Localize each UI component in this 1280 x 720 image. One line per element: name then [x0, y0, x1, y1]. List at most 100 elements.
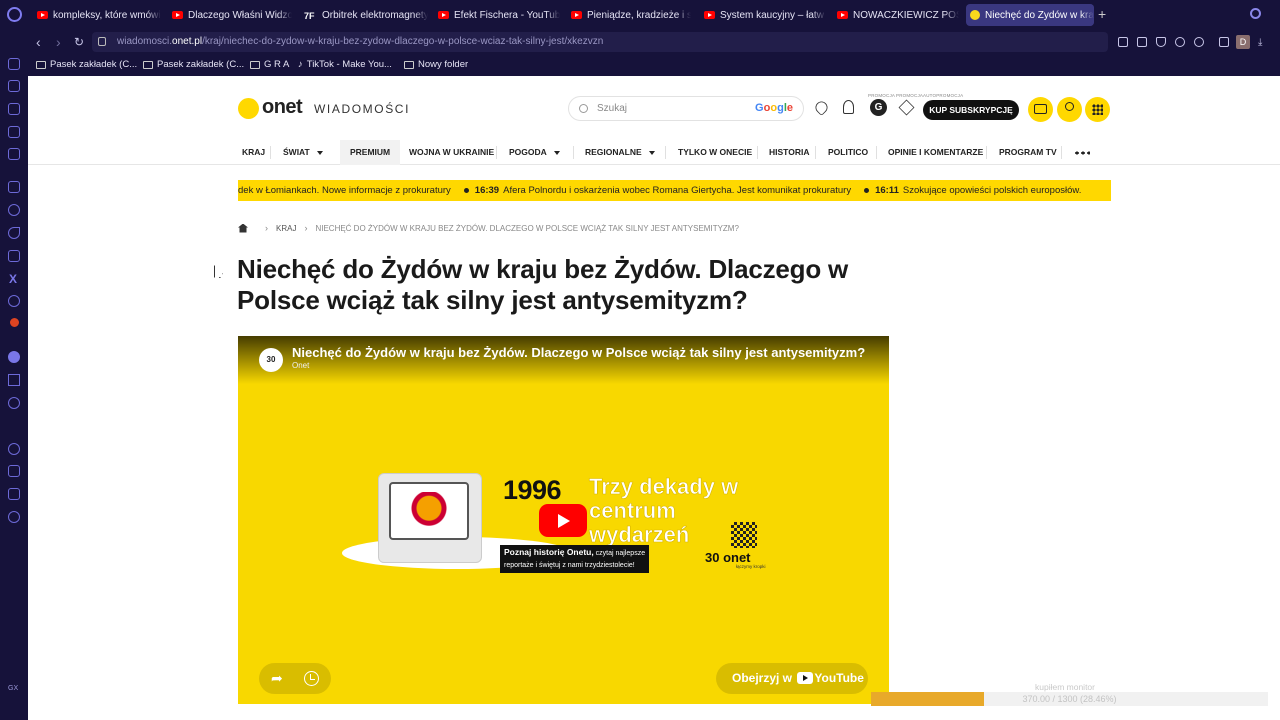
new-tab-button[interactable]: + [1098, 6, 1106, 22]
nav-item-opinie[interactable]: OPINIE I KOMENTARZE [888, 140, 983, 165]
bookmark-folder[interactable]: Pasek zakładek (C... [143, 59, 244, 70]
more-menu-icon[interactable] [1074, 151, 1090, 155]
tab-label: kompleksy, które wmówiły [53, 9, 161, 21]
ticker-item[interactable]: dek w Łomiankach. Nowe informacje z prok… [238, 180, 451, 201]
settings-gear-icon[interactable] [8, 511, 20, 523]
discord-icon[interactable] [8, 295, 20, 307]
youtube-icon [438, 11, 449, 19]
watch-on-youtube-button[interactable]: Obejrzyj w YouTube [716, 663, 868, 694]
pin-icon[interactable] [1118, 37, 1128, 47]
nav-item-tylko-w-onecie[interactable]: TYLKO W ONECIE [678, 140, 752, 165]
browser-tab[interactable]: Dlaczego Właśni Widzowie [168, 4, 292, 26]
ticker-item[interactable]: Afera Polnordu i oskarżenia wobec Romana… [503, 180, 851, 201]
sidebar-m-icon[interactable] [8, 148, 20, 160]
spotify-icon[interactable] [8, 351, 20, 363]
red-app-icon[interactable] [10, 318, 19, 327]
messenger-icon[interactable] [8, 204, 20, 216]
x-twitter-icon[interactable]: X [9, 272, 17, 286]
favorites-heart-icon[interactable] [813, 99, 830, 116]
news-ticker[interactable]: dek w Łomiankach. Nowe informacje z prok… [238, 180, 1111, 201]
subscribe-button[interactable]: KUP SUBSKRYPCJĘ [923, 100, 1019, 120]
browser-tab[interactable]: Pieniądze, kradzieże i sław [567, 4, 691, 26]
heart-icon[interactable] [1194, 37, 1204, 47]
nav-item-historia[interactable]: HISTORIA [769, 140, 809, 165]
snapshot-icon[interactable] [1137, 37, 1147, 47]
sidebar-note-icon[interactable] [8, 126, 20, 138]
nav-item-pogoda[interactable]: POGODA [509, 140, 560, 165]
play-button[interactable] [539, 504, 587, 537]
folder-icon [404, 60, 414, 69]
extensions-icon[interactable] [1219, 37, 1229, 47]
fire-icon [704, 11, 715, 19]
channel-avatar[interactable]: 30 [259, 348, 283, 372]
sidebar-panel-icon[interactable] [8, 58, 20, 70]
promo-caption: Poznaj historię Onetu, czytaj najlepsze … [500, 545, 650, 573]
search-placeholder: Szukaj [597, 103, 628, 114]
browser-tab-active[interactable]: Niechęć do Żydów w kraju [966, 4, 1094, 26]
opera-logo-icon[interactable] [7, 7, 22, 22]
tab-label: NOWACZKIEWICZ POŚWI [853, 9, 959, 21]
browser-tab[interactable]: Efekt Fischera - YouTube [434, 4, 560, 26]
ticker-bullet [864, 187, 870, 193]
shield-icon[interactable] [1156, 37, 1166, 47]
youtube-logo-icon [797, 671, 814, 684]
mail-button[interactable] [1028, 97, 1053, 122]
sidebar-heart-icon[interactable] [8, 397, 20, 409]
goal-label: kupiłem monitor [1035, 682, 1095, 692]
browser-tab[interactable]: NOWACZKIEWICZ POŚWI [833, 4, 959, 26]
browser-tab[interactable]: kompleksy, które wmówiły [33, 4, 161, 26]
back-button[interactable]: ‹ [36, 34, 41, 50]
premium-badge-icon[interactable] [843, 100, 854, 114]
sidebar-extensions-icon[interactable] [8, 488, 20, 500]
browser-tab[interactable]: System kaucyjny – łatw [700, 4, 826, 26]
account-button[interactable] [1057, 97, 1082, 122]
bookmark-folder[interactable]: Pasek zakładek (C... [36, 59, 137, 70]
telegram-icon[interactable] [8, 227, 20, 239]
nav-item-premium[interactable]: PREMIUM [340, 140, 401, 165]
home-icon[interactable] [238, 223, 248, 233]
bookmark-tiktok[interactable]: ♪ TikTok - Make You... [298, 59, 392, 70]
forward-button[interactable]: › [56, 34, 61, 50]
retro-monitor-image [378, 473, 482, 563]
sidebar-download-icon[interactable] [8, 465, 20, 477]
g-badge-icon[interactable]: G [870, 99, 887, 116]
gx-label: GX [8, 685, 19, 692]
reload-button[interactable]: ↻ [74, 34, 84, 50]
nav-item-wojna[interactable]: WOJNA W UKRAINIE [409, 140, 494, 165]
twitch-icon[interactable] [8, 181, 20, 193]
nav-item-politico[interactable]: POLITICO [828, 140, 868, 165]
download-icon[interactable]: ⤓ [1258, 37, 1268, 48]
tab-search-icon[interactable] [1250, 8, 1261, 19]
search-input[interactable]: Szukaj Google [568, 96, 804, 121]
nav-item-program-tv[interactable]: PROGRAM TV [999, 140, 1057, 165]
sidebar-bag-icon[interactable] [8, 103, 20, 115]
instagram-icon[interactable] [8, 250, 20, 262]
sidebar-music-icon[interactable] [8, 80, 20, 92]
diamond-promo-icon[interactable] [898, 99, 915, 116]
play-icon[interactable] [1175, 37, 1185, 47]
sidebar-play-icon[interactable] [8, 374, 20, 386]
onet-logo-icon[interactable] [238, 98, 259, 119]
history-icon[interactable] [8, 443, 20, 455]
browser-tab[interactable]: 7F Orbitrek elektromagnetyczny [300, 4, 428, 26]
video-channel[interactable]: Onet [292, 361, 309, 370]
profile-avatar[interactable]: D [1236, 35, 1250, 49]
video-title[interactable]: Niechęć do Żydów w kraju bez Żydów. Dlac… [292, 345, 867, 360]
apps-grid-icon [1092, 104, 1103, 115]
nav-item-regionalne[interactable]: REGIONALNE [585, 140, 655, 165]
nav-item-swiat[interactable]: ŚWIAT [283, 140, 323, 165]
logo-brand[interactable]: onet [262, 96, 303, 119]
apps-button[interactable] [1085, 97, 1110, 122]
bookmark-folder[interactable]: G R A [250, 59, 289, 70]
watch-later-icon[interactable] [304, 671, 319, 686]
youtube-embed[interactable]: 30 Niechęć do Żydów w kraju bez Żydów. D… [238, 336, 889, 704]
chevron-down-icon [648, 150, 655, 155]
bookmark-folder[interactable]: Nowy folder [404, 59, 468, 70]
logo-section[interactable]: WIADOMOŚCI [314, 102, 410, 116]
share-icon[interactable]: ➦ [271, 671, 285, 685]
breadcrumb-section[interactable]: KRAJ [276, 224, 296, 233]
ticker-item[interactable]: Szokujące opowieści polskich europosłów. [903, 180, 1082, 201]
nav-item-kraj[interactable]: KRAJ [242, 140, 265, 165]
url-field[interactable]: wiadomosci.onet.pl/kraj/niechec-do-zydow… [92, 32, 1108, 52]
article-title: Niechęć do Żydów w kraju bez Żydów. Dlac… [237, 254, 849, 315]
